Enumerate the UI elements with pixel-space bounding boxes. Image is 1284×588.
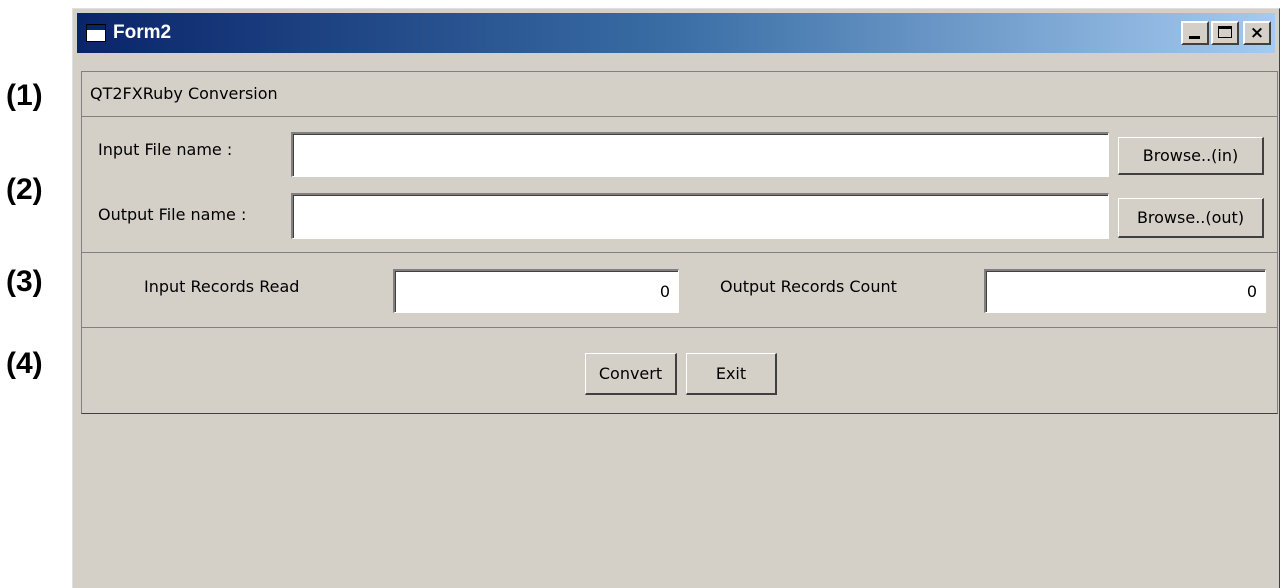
form-heading: QT2FXRuby Conversion [90, 84, 278, 103]
annotation-4: (4) [6, 347, 43, 380]
maximize-icon [1218, 26, 1232, 38]
annotation-2: (2) [6, 173, 43, 206]
convert-button[interactable]: Convert [585, 353, 677, 395]
output-file-field[interactable] [291, 193, 1109, 239]
input-records-label: Input Records Read [144, 277, 300, 296]
output-file-label: Output File name : [98, 205, 247, 224]
header-section: QT2FXRuby Conversion [81, 71, 1278, 116]
window-title: Form2 [113, 22, 172, 43]
output-records-label: Output Records Count [720, 277, 897, 296]
close-icon: × [1249, 23, 1265, 43]
input-file-label: Input File name : [98, 140, 233, 159]
actions-section: Convert Exit [81, 327, 1278, 414]
counts-section: Input Records Read Output Records Count [81, 252, 1278, 327]
annotation-1: (1) [6, 79, 43, 112]
output-records-field[interactable] [984, 269, 1266, 313]
annotation-3: (3) [6, 265, 43, 298]
minimize-button[interactable] [1181, 21, 1209, 45]
form2-window: Form2 × QT2FXRuby Conversion Input File … [72, 8, 1280, 588]
exit-button[interactable]: Exit [686, 353, 777, 395]
title-bar[interactable]: Form2 × [77, 13, 1275, 53]
file-section: Input File name : Browse..(in) Output Fi… [81, 116, 1278, 252]
browse-in-button[interactable]: Browse..(in) [1118, 137, 1264, 175]
close-button[interactable]: × [1243, 21, 1271, 45]
form-window-icon[interactable] [86, 24, 106, 42]
browse-out-button[interactable]: Browse..(out) [1118, 198, 1264, 238]
maximize-button[interactable] [1211, 21, 1239, 45]
input-records-field[interactable] [393, 269, 679, 313]
minimize-icon [1189, 36, 1200, 39]
input-file-field[interactable] [291, 132, 1109, 177]
